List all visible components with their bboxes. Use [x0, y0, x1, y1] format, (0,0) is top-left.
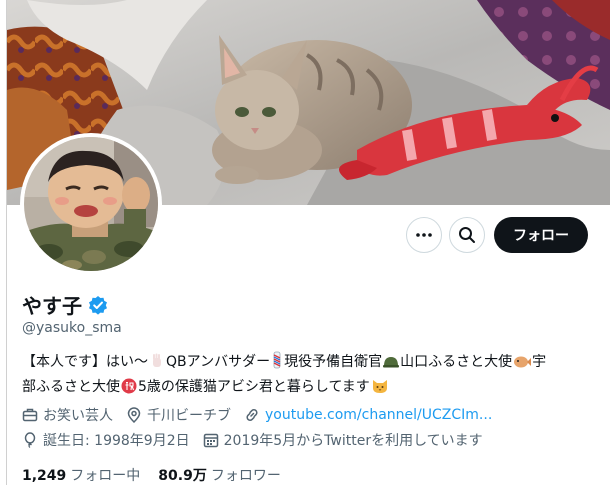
profile-meta-row-2: 誕生日: 1998年9月2日 2019年5月からTwitterを利用しています: [22, 430, 496, 450]
display-name: やす子: [22, 294, 82, 318]
avatar[interactable]: [24, 137, 158, 271]
cat-face-icon: [372, 380, 387, 393]
balloon-icon: [24, 432, 36, 448]
search-profile-button[interactable]: [449, 217, 485, 253]
birthday-item: 誕生日: 1998年9月2日: [22, 430, 190, 450]
raised-hand-icon: [153, 353, 161, 367]
joined-text: 2019年5月からTwitterを利用しています: [223, 433, 483, 449]
followers-stat[interactable]: 80.9万 フォロワー: [158, 465, 281, 485]
avatar-ring: [20, 133, 162, 275]
verified-badge-icon[interactable]: [88, 295, 108, 315]
follow-stats: 1,249 フォロー中 80.9万 フォロワー: [22, 465, 281, 485]
bio-text-5: 宇: [532, 354, 547, 370]
followers-label: フォロワー: [210, 468, 281, 484]
website-link[interactable]: youtube.com/channel/UCZCIm...: [265, 407, 492, 423]
name-row: やす子: [22, 290, 108, 319]
calendar-icon: [203, 433, 218, 448]
more-button[interactable]: [406, 217, 442, 253]
military-helmet-icon: [383, 357, 400, 368]
location-item: 千川ビーチブ: [126, 405, 231, 425]
profile-page: フォロー やす子 @yasuko_sma 【本人です】はい〜 QBアンバサダー 現役…: [0, 0, 610, 485]
celebration-symbol-icon: [121, 378, 137, 394]
following-label: フォロー中: [70, 468, 141, 484]
left-edge-border: [0, 0, 7, 485]
bio-text-6: 部ふるさと大使: [22, 379, 120, 395]
profile-bio: 【本人です】はい〜 QBアンバサダー 現役予備自衛官 山口ふるさと大使 宇部ふるさと大使…: [22, 350, 594, 400]
blowfish-icon: [514, 356, 532, 368]
following-count: 1,249: [22, 468, 67, 484]
occupation-item: お笑い芸人: [22, 405, 113, 425]
followers-count: 80.9万: [158, 468, 207, 484]
briefcase-icon: [22, 408, 38, 422]
website-item[interactable]: youtube.com/channel/UCZCIm...: [244, 407, 492, 423]
location-pin-icon: [127, 407, 141, 423]
link-icon: [246, 409, 258, 421]
bio-text-1: 【本人です】はい〜: [22, 354, 148, 370]
avatar-image: [24, 137, 158, 271]
bio-text-3: 現役予備自衛官: [284, 354, 383, 370]
location-text: 千川ビーチブ: [147, 408, 231, 424]
barber-pole-icon: [273, 351, 281, 369]
joined-item: 2019年5月からTwitterを利用しています: [203, 430, 483, 450]
more-horizontal-icon: [416, 233, 432, 237]
search-icon: [459, 227, 475, 243]
bio-text-2: QBアンバサダー: [166, 354, 271, 370]
bio-text-7: 5歳の保護猫アビシ君と暮らしてます: [138, 379, 370, 395]
following-stat[interactable]: 1,249 フォロー中: [22, 465, 140, 485]
follow-button[interactable]: フォロー: [494, 217, 588, 253]
user-handle: @yasuko_sma: [22, 320, 122, 336]
occupation-text: お笑い芸人: [43, 408, 113, 424]
birthday-text: 誕生日: 1998年9月2日: [43, 433, 190, 449]
profile-meta-row-1: お笑い芸人 千川ビーチブ youtube.com/channel/UCZCIm.…: [22, 405, 505, 425]
bio-text-4: 山口ふるさと大使: [400, 354, 513, 370]
